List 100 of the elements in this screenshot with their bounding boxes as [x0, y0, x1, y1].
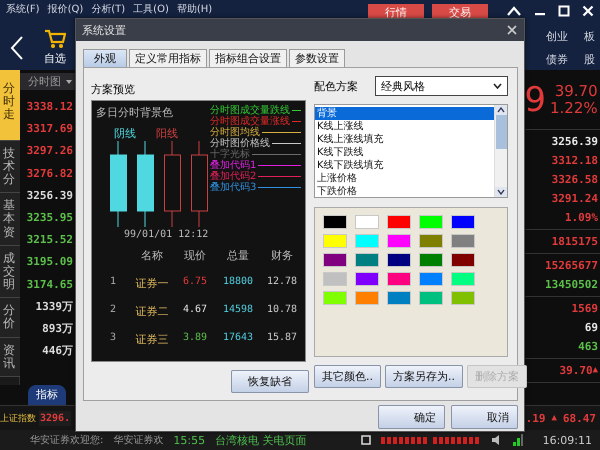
color-swatch[interactable]	[355, 215, 379, 229]
legend-label: 叠加代码1	[210, 160, 256, 171]
side-tab[interactable]: 成交明	[0, 246, 20, 298]
column-header: 名称	[141, 248, 163, 263]
side-tab[interactable]: 技术分	[0, 140, 20, 194]
restore-defaults-button[interactable]: 恢复缺省	[231, 370, 309, 393]
field-label: 配色方案	[314, 78, 358, 94]
color-swatch[interactable]	[355, 272, 379, 286]
index-value: 3296.	[39, 410, 72, 426]
color-swatch[interactable]	[387, 291, 411, 305]
dialog-button[interactable]: 取消	[451, 405, 518, 429]
color-swatch[interactable]	[451, 234, 475, 248]
list-item[interactable]: 背景	[315, 107, 494, 120]
color-swatch[interactable]	[419, 234, 443, 248]
toolbar-label[interactable]: 创业	[546, 28, 568, 44]
color-swatch[interactable]	[451, 272, 475, 286]
quote-value: 1.09%	[564, 210, 599, 226]
menu-item[interactable]: 报价(Q)	[48, 3, 84, 16]
toolbar-label[interactable]: 板	[584, 28, 595, 44]
tab[interactable]: 外观	[83, 49, 127, 67]
table-cell-text: 12.78	[266, 276, 298, 289]
tab[interactable]: 参数设置	[289, 49, 345, 67]
color-swatch[interactable]	[419, 253, 443, 267]
quote-value: 3256.39	[550, 134, 599, 150]
color-swatch[interactable]	[323, 234, 347, 248]
row-number: 3	[110, 332, 116, 345]
dialog-title: 系统设置	[82, 22, 126, 38]
tab[interactable]: 定义常用指标	[129, 49, 207, 67]
maximize-icon[interactable]	[558, 4, 570, 16]
toolbar-label[interactable]: 债券	[546, 52, 568, 66]
side-tab[interactable]: 分时走	[0, 70, 20, 141]
color-swatch[interactable]	[387, 253, 411, 267]
quote-value: 463	[577, 339, 599, 355]
color-swatch[interactable]	[387, 234, 411, 248]
tab[interactable]: 指标	[28, 385, 66, 405]
dialog-button[interactable]: 确定	[378, 405, 445, 429]
favorites-label[interactable]: 自选	[44, 51, 66, 66]
side-tab[interactable]: 资讯	[0, 338, 20, 377]
side-tab[interactable]: 分价	[0, 298, 20, 338]
color-swatch[interactable]	[419, 291, 443, 305]
menu-item[interactable]: 分析(T)	[91, 3, 126, 16]
scrollbar-thumb[interactable]	[496, 115, 506, 149]
legend-label: 叠加代码2	[210, 171, 256, 182]
cart-icon[interactable]	[44, 29, 66, 49]
menu-item[interactable]: 工具(O)	[133, 3, 169, 16]
axis-label: 893万	[42, 322, 73, 337]
color-swatch[interactable]	[355, 291, 379, 305]
color-swatch[interactable]	[323, 253, 347, 267]
chart-type-dropdown[interactable]: 分时图	[20, 73, 75, 90]
list-item[interactable]: K线下跌线	[315, 146, 494, 159]
change-value: 39.70	[554, 82, 598, 100]
status-text: 华安证券欢	[113, 434, 164, 447]
list-item[interactable]: K线下跌线填充	[315, 159, 494, 172]
menu-item[interactable]: 系统(F)	[6, 3, 40, 16]
color-swatch[interactable]	[451, 253, 475, 267]
row-number: 1	[110, 276, 116, 289]
section-label: 方案预览	[91, 82, 136, 97]
toolbar-label[interactable]: 股	[584, 52, 595, 66]
color-swatch[interactable]	[355, 253, 379, 267]
list-item[interactable]: K线上涨线	[315, 120, 494, 133]
color-swatch[interactable]	[323, 215, 347, 229]
legend-line	[292, 110, 301, 111]
side-tab[interactable]: 基本资	[0, 193, 20, 246]
quote-value: 3326.58	[550, 172, 599, 188]
scheme-dropdown[interactable]: 经典风格	[375, 76, 508, 96]
axis-label: 3195.09	[26, 255, 73, 270]
color-swatch[interactable]	[419, 272, 443, 286]
legend-label: 叠加代码3	[210, 182, 256, 193]
back-icon[interactable]	[10, 34, 24, 60]
table-cell: 证券二	[136, 304, 168, 319]
list-item[interactable]: 上涨价格	[315, 172, 494, 185]
color-swatch[interactable]	[451, 215, 475, 229]
color-swatch[interactable]	[419, 215, 443, 229]
table-cell-text: 10.78	[266, 304, 298, 317]
color-swatch[interactable]	[387, 272, 411, 286]
menu-item[interactable]: 帮助(H)	[176, 3, 212, 16]
preview-label: 多日分时背景色	[96, 105, 174, 120]
color-swatch[interactable]	[451, 291, 475, 305]
legend-line	[258, 165, 301, 166]
quote-value: 69	[584, 320, 599, 336]
table-cell-text: 3.89	[182, 332, 208, 345]
legend-label: 分时图均线	[210, 127, 260, 138]
color-swatch[interactable]	[323, 291, 347, 305]
quote-value: 13450502	[544, 277, 599, 293]
color-swatch[interactable]	[355, 234, 379, 248]
index-name[interactable]: 上证指数	[0, 412, 36, 424]
scrollbar[interactable]	[494, 105, 507, 197]
list-item[interactable]: 下跌价格	[315, 185, 494, 198]
signal-icon	[512, 434, 523, 446]
quote-value: 3312.18	[550, 153, 599, 169]
trend-arrow: ▲	[592, 364, 598, 377]
list-item[interactable]: K线上涨线填充	[315, 133, 494, 146]
color-swatch[interactable]	[323, 272, 347, 286]
caret-up-icon[interactable]	[506, 4, 522, 16]
legend-label: 分时图成交量跌线	[210, 105, 290, 116]
close-icon[interactable]	[506, 24, 518, 36]
dialog-button[interactable]: 其它颜色..	[314, 365, 381, 388]
color-swatch[interactable]	[387, 215, 411, 229]
tab[interactable]: 指标组合设置	[209, 49, 287, 67]
dialog-button[interactable]: 方案另存为..	[385, 365, 463, 388]
